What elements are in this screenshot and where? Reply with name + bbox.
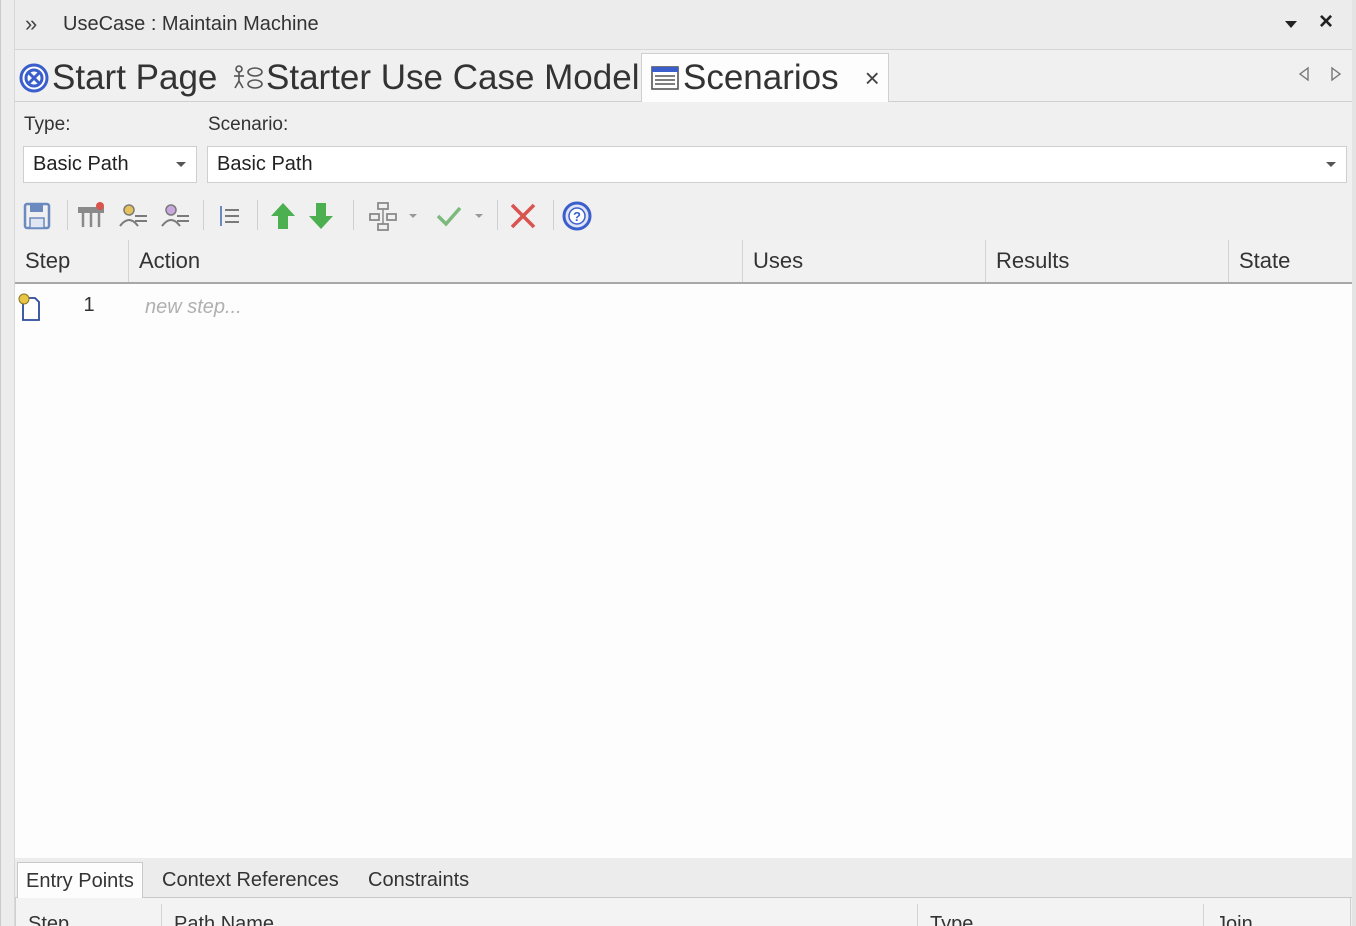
close-window-icon[interactable]: × [1319,10,1339,34]
tab-scroll-right-icon[interactable] [1329,66,1343,82]
system-step-icon[interactable] [159,200,191,232]
tab-context-references[interactable]: Context References [154,862,347,898]
expand-chevrons-icon[interactable]: » [25,12,47,36]
actor-step-icon[interactable] [117,200,149,232]
column-header-path-name[interactable]: Path Name [162,904,918,926]
title-bar: » UseCase : Maintain Machine × [15,0,1356,50]
chevron-down-icon [176,162,186,167]
grid-header: Step Action Uses Results State [15,240,1353,284]
tab-starter-use-case-model[interactable]: Starter Use Case Model [233,53,639,102]
save-icon[interactable] [21,200,53,232]
new-step-icon[interactable] [75,200,107,232]
type-select-value: Basic Path [33,153,129,175]
svg-text:?: ? [573,209,581,224]
start-page-icon [19,63,49,92]
close-tab-icon[interactable]: × [865,63,880,94]
column-header-step[interactable]: Step [15,240,129,282]
check-dropdown-icon[interactable] [475,214,483,218]
column-header-state[interactable]: State [1229,240,1353,282]
column-header-step[interactable]: Step [16,904,162,926]
use-case-model-icon [234,64,263,89]
scenario-toolbar: ? [15,192,1356,240]
table-row[interactable]: 1 new step... [15,286,1353,326]
help-icon[interactable]: ? [561,200,593,232]
window-title: UseCase : Maintain Machine [63,13,319,35]
tab-scroll-left-icon[interactable] [1297,66,1311,82]
tab-label: Starter Use Case Model [266,57,640,97]
type-select[interactable]: Basic Path [23,146,197,183]
scenarios-window: » UseCase : Maintain Machine × Start Pag… [0,0,1356,926]
tab-scenarios[interactable]: Scenarios × [641,53,889,102]
scenario-selector-panel: Type: Scenario: Basic Path Basic Path [15,102,1356,192]
toolbar-separator [553,200,554,230]
indent-icon[interactable] [213,200,245,232]
delete-icon[interactable] [507,200,539,232]
new-step-row-icon [18,293,40,321]
structure-icon[interactable] [367,200,399,232]
toolbar-separator [203,200,204,230]
toolbar-separator [497,200,498,230]
type-label: Type: [24,114,71,135]
toolbar-separator [257,200,258,230]
structure-dropdown-icon[interactable] [409,214,417,218]
column-header-uses[interactable]: Uses [743,240,986,282]
column-header-results[interactable]: Results [986,240,1229,282]
dropdown-menu-icon[interactable] [1283,16,1299,32]
toolbar-separator [67,200,68,230]
document-tab-bar: Start Page Starter Use Case Model Scenar… [15,50,1356,102]
entry-points-grid: Step Path Name Type Join [15,898,1351,926]
tab-constraints[interactable]: Constraints [360,862,477,898]
column-header-action[interactable]: Action [129,240,743,282]
tab-label: Scenarios [683,58,839,97]
step-number: 1 [83,294,95,316]
window-right-edge [1352,0,1356,926]
scenario-steps-grid: Step Action Uses Results State 1 new ste… [15,240,1353,858]
toolbar-separator [353,200,354,230]
move-up-icon[interactable] [267,200,299,232]
column-header-join[interactable]: Join [1204,904,1350,926]
column-header-type[interactable]: Type [918,904,1204,926]
bottom-tab-bar: Entry Points Context References Constrai… [15,858,1356,898]
new-step-placeholder[interactable]: new step... [145,296,242,319]
dock-left-strip [1,0,15,926]
tab-label: Start Page [52,57,218,97]
scenarios-icon [651,66,679,90]
scenario-label: Scenario: [208,114,289,135]
check-icon[interactable] [433,200,465,232]
move-down-icon[interactable] [305,200,337,232]
scenario-select[interactable]: Basic Path [207,146,1347,183]
chevron-down-icon [1326,162,1336,167]
tab-entry-points[interactable]: Entry Points [17,862,143,898]
scenario-select-value: Basic Path [217,153,313,175]
tab-start-page[interactable]: Start Page [19,53,217,102]
